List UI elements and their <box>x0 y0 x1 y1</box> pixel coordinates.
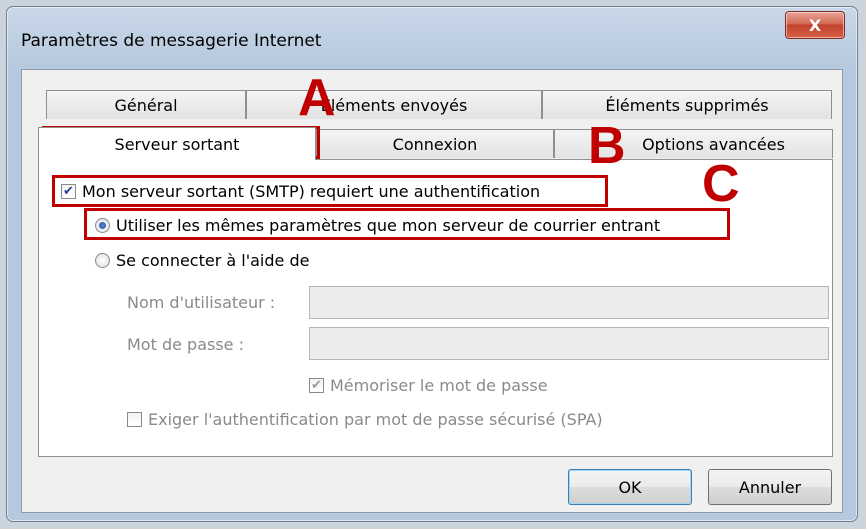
connect-with-radio[interactable] <box>95 253 110 268</box>
dialog-client-area: Général Éléments envoyés Éléments suppri… <box>21 69 843 513</box>
same-settings-radio[interactable] <box>95 218 110 233</box>
close-button[interactable]: X <box>785 11 845 39</box>
smtp-auth-checkbox-row[interactable]: ✔ Mon serveur sortant (SMTP) requiert un… <box>61 182 540 201</box>
tab-label: Général <box>114 95 178 115</box>
connect-with-radio-row[interactable]: Se connecter à l'aide de <box>95 251 309 270</box>
password-label: Mot de passe : <box>127 335 244 354</box>
spa-checkbox[interactable] <box>127 412 142 427</box>
same-settings-label: Utiliser les mêmes paramètres que mon se… <box>116 216 661 235</box>
annotation-letter-b: B <box>588 117 626 175</box>
spa-row[interactable]: Exiger l'authentification par mot de pas… <box>127 410 603 429</box>
annotation-letter-c: C <box>702 155 740 213</box>
ok-button[interactable]: OK <box>568 469 692 505</box>
annotation-letter-a: A <box>298 69 336 127</box>
tab-label: Éléments supprimés <box>605 95 769 115</box>
tab-label: Serveur sortant <box>114 134 240 154</box>
tab-deleted-items[interactable]: Éléments supprimés <box>542 90 832 119</box>
remember-password-label: Mémoriser le mot de passe <box>330 376 548 395</box>
remember-password-row[interactable]: ✔ Mémoriser le mot de passe <box>309 376 548 395</box>
smtp-auth-label: Mon serveur sortant (SMTP) requiert une … <box>82 182 541 201</box>
tab-outgoing-server[interactable]: Serveur sortant <box>38 127 316 160</box>
tab-sent-items[interactable]: Éléments envoyés <box>246 90 542 119</box>
tab-label: Connexion <box>392 134 478 154</box>
password-field[interactable] <box>309 327 829 360</box>
same-settings-radio-row[interactable]: Utiliser les mêmes paramètres que mon se… <box>95 216 660 235</box>
remember-password-checkbox[interactable]: ✔ <box>309 378 324 393</box>
username-field[interactable] <box>309 286 829 319</box>
tab-label: Options avancées <box>642 134 785 154</box>
spa-label: Exiger l'authentification par mot de pas… <box>148 410 603 429</box>
smtp-auth-checkbox[interactable]: ✔ <box>61 184 76 199</box>
dialog-window: Paramètres de messagerie Internet X Géné… <box>6 6 858 522</box>
tab-label: Éléments envoyés <box>320 95 468 115</box>
window-title: Paramètres de messagerie Internet <box>21 31 322 51</box>
tab-connection[interactable]: Connexion <box>316 129 554 158</box>
username-label: Nom d'utilisateur : <box>127 293 276 312</box>
cancel-button[interactable]: Annuler <box>708 469 832 505</box>
tab-general[interactable]: Général <box>46 90 246 119</box>
close-icon: X <box>808 15 822 35</box>
connect-with-label: Se connecter à l'aide de <box>116 251 310 270</box>
